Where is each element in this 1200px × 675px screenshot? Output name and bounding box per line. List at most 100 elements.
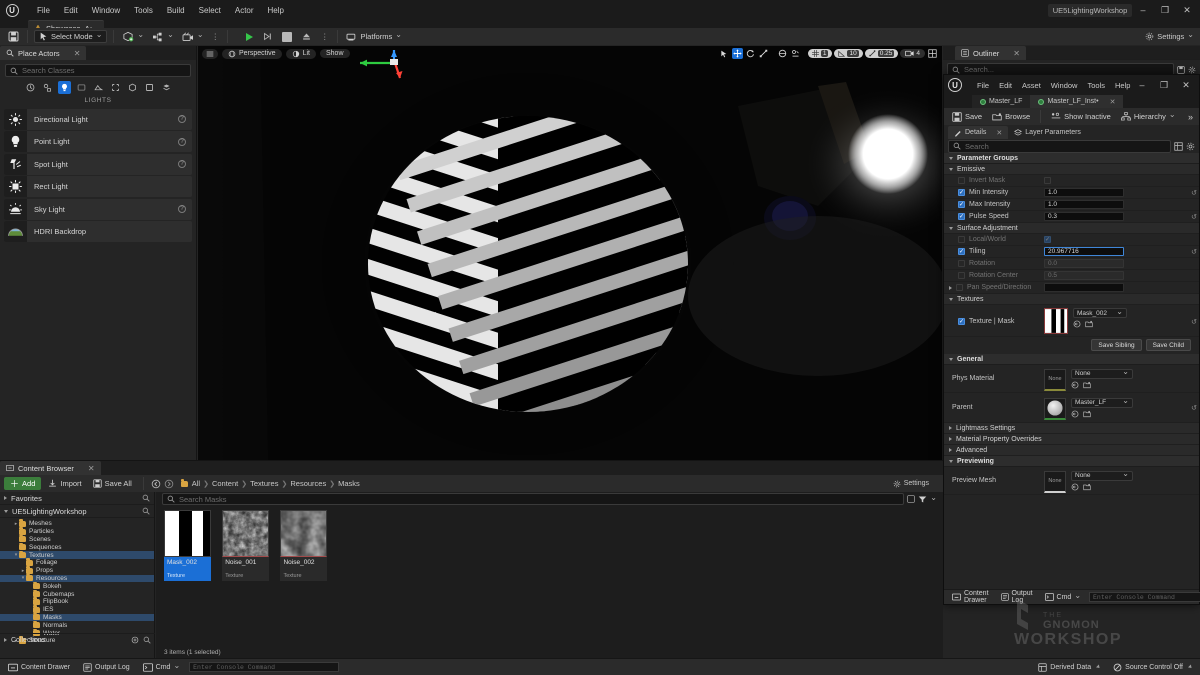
rotation-center-input[interactable]: 0.5 — [1044, 271, 1124, 280]
grid-snap-control[interactable]: 1 — [808, 49, 833, 58]
actor-item-point-light[interactable]: Point Light ? — [4, 131, 192, 152]
menu-window[interactable]: Window — [85, 4, 127, 17]
mw-minimize-button[interactable]: – — [1131, 75, 1153, 95]
mw-menu-edit[interactable]: Edit — [994, 80, 1017, 91]
property-invert-mask[interactable]: Invert Mask — [944, 175, 1199, 187]
property-checkbox[interactable] — [958, 189, 965, 196]
mw-hierarchy-dropdown[interactable]: Hierarchy — [1117, 111, 1180, 122]
mw-menu-file[interactable]: File — [972, 80, 994, 91]
asset-tab-master-lf[interactable]: Master_LF — [972, 95, 1030, 108]
menu-build[interactable]: Build — [160, 4, 192, 17]
collections-row[interactable]: Collections — [0, 633, 155, 646]
category-volumes-icon[interactable] — [126, 81, 139, 94]
breadcrumb-all[interactable]: All — [192, 479, 200, 488]
section-header-textures[interactable]: Textures — [944, 294, 1199, 305]
quick-add-dropdown[interactable] — [118, 30, 148, 43]
console-command-input[interactable]: Enter Console Command — [189, 662, 339, 672]
browse-icon[interactable] — [1085, 320, 1093, 328]
tree-node-props[interactable]: ▸Props — [0, 567, 154, 575]
level-viewport[interactable]: Perspective Lit Show — [198, 46, 942, 460]
add-collection-icon[interactable] — [131, 636, 139, 644]
asset-tab-master-lf-inst[interactable]: Master_LF_Inst• ✕ — [1030, 95, 1123, 108]
search-icon[interactable] — [142, 494, 150, 502]
select-mode-dropdown[interactable]: Select Mode — [34, 30, 107, 43]
angle-snap-control[interactable]: 10 — [834, 49, 862, 58]
breadcrumb-resources[interactable]: Resources — [290, 479, 326, 488]
back-icon[interactable] — [151, 479, 161, 489]
section-header-material-property-overrides[interactable]: Material Property Overrides — [944, 434, 1199, 445]
property-local-world[interactable]: Local/World — [944, 234, 1199, 246]
cinematics-dropdown[interactable] — [178, 31, 208, 43]
parent-material-dropdown[interactable]: Master_LF — [1071, 398, 1133, 408]
help-icon[interactable]: ? — [178, 205, 186, 213]
browse-icon[interactable] — [1083, 483, 1091, 491]
filter-icon[interactable] — [918, 495, 927, 504]
settings-dropdown[interactable]: Settings — [1145, 32, 1194, 41]
texture-asset-dropdown[interactable]: Mask_002 — [1073, 308, 1127, 318]
save-button[interactable] — [4, 30, 23, 43]
property-preview-mesh[interactable]: Preview Mesh None None — [944, 467, 1199, 495]
asset-tile-mask-002[interactable]: Mask_002 Texture — [164, 510, 211, 581]
category-shapes-icon[interactable] — [143, 81, 156, 94]
actor-item-sky-light[interactable]: Sky Light ? — [4, 199, 192, 220]
use-selected-icon[interactable] — [1073, 320, 1081, 328]
menu-help[interactable]: Help — [261, 4, 291, 17]
min-intensity-input[interactable]: 1.0 — [1044, 188, 1124, 197]
asset-tile-noise-001[interactable]: Noise_001 Texture — [222, 510, 269, 581]
breadcrumb-masks[interactable]: Masks — [338, 479, 360, 488]
actor-item-rect-light[interactable]: Rect Light — [4, 176, 192, 197]
project-root-node[interactable]: UE5LightingWorkshop — [0, 505, 154, 518]
group-header-previewing[interactable]: Previewing — [944, 456, 1199, 467]
tab-place-actors[interactable]: Place Actors ✕ — [0, 46, 86, 60]
property-checkbox[interactable] — [958, 177, 965, 184]
group-header-parameter-groups[interactable]: Parameter Groups — [944, 153, 1199, 164]
stop-button[interactable] — [278, 31, 296, 43]
search-icon[interactable] — [143, 636, 151, 644]
mw-content-drawer-button[interactable]: Content Drawer — [948, 589, 993, 605]
platforms-dropdown[interactable]: Platforms — [342, 31, 406, 43]
asset-tile-noise-002[interactable]: Noise_002 Texture — [280, 510, 327, 581]
use-selected-icon[interactable] — [1071, 410, 1079, 418]
toolbar-overflow-button[interactable]: ⋮ — [208, 31, 224, 42]
tree-node-resources[interactable]: ▾Resources — [0, 575, 154, 583]
category-recent-icon[interactable] — [24, 81, 37, 94]
add-button[interactable]: ＋ Add — [4, 477, 41, 490]
scale-tool-icon[interactable] — [758, 48, 769, 59]
save-sibling-button[interactable]: Save Sibling — [1091, 339, 1141, 351]
tree-node-ies[interactable]: IES — [0, 606, 154, 614]
unreal-logo-icon[interactable]: U — [2, 1, 22, 19]
mw-browse-button[interactable]: Browse — [988, 111, 1034, 122]
chevron-right-icon[interactable] — [949, 286, 952, 290]
section-header-emissive[interactable]: Emissive — [944, 164, 1199, 175]
content-drawer-button[interactable]: Content Drawer — [4, 662, 74, 673]
preview-mesh-thumbnail[interactable]: None — [1044, 471, 1066, 493]
tree-node-flipbook[interactable]: FlipBook — [0, 598, 154, 606]
mw-console-input[interactable]: Enter Console Command — [1089, 592, 1200, 602]
play-options-button[interactable]: ⋮ — [317, 31, 333, 42]
tree-node-masks[interactable]: Masks — [0, 614, 154, 622]
browse-icon[interactable] — [1083, 381, 1091, 389]
scale-snap-control[interactable]: 0.25 — [865, 49, 899, 58]
close-button[interactable]: ✕ — [1176, 0, 1198, 20]
reset-icon[interactable]: ↺ — [1189, 213, 1199, 221]
property-checkbox[interactable] — [958, 260, 965, 267]
category-cinematic-icon[interactable] — [75, 81, 88, 94]
mw-output-log-button[interactable]: Output Log — [997, 589, 1037, 605]
section-header-advanced[interactable]: Advanced — [944, 445, 1199, 456]
browse-icon[interactable] — [1083, 410, 1091, 418]
phys-material-thumbnail[interactable]: None — [1044, 369, 1066, 391]
property-rotation-center[interactable]: Rotation Center 0.5 — [944, 270, 1199, 282]
mw-maximize-button[interactable]: ❐ — [1153, 75, 1175, 95]
play-button[interactable] — [242, 32, 257, 42]
gear-icon[interactable] — [1186, 142, 1195, 151]
use-selected-icon[interactable] — [1071, 381, 1079, 389]
menu-select[interactable]: Select — [192, 4, 228, 17]
select-tool-icon[interactable] — [719, 48, 730, 59]
tree-node-cubemaps[interactable]: Cubemaps — [0, 590, 154, 598]
category-lights-icon[interactable] — [58, 81, 71, 94]
blueprints-dropdown[interactable] — [148, 31, 178, 43]
tab-details[interactable]: Details ✕ — [948, 126, 1008, 139]
breadcrumb-textures[interactable]: Textures — [250, 479, 278, 488]
view-mode-dropdown[interactable]: Lit — [286, 49, 316, 59]
invert-mask-value-checkbox[interactable] — [1044, 177, 1051, 184]
